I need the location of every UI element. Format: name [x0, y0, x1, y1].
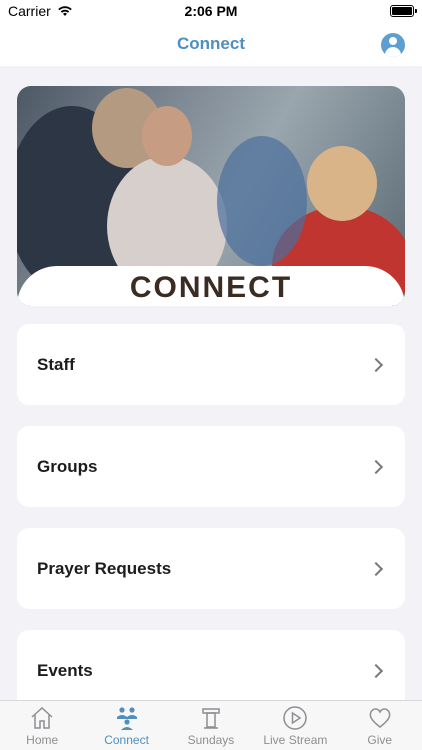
- status-left: Carrier: [8, 3, 73, 19]
- tab-give-label: Give: [367, 732, 393, 747]
- tab-live-stream-label: Live Stream: [263, 732, 328, 747]
- chevron-right-icon: [368, 357, 384, 372]
- tab-home-label: Home: [26, 732, 59, 747]
- groups-label: Groups: [37, 456, 98, 476]
- user-icon-head: [389, 37, 397, 45]
- tab-home[interactable]: Home: [0, 705, 84, 747]
- profile-button[interactable]: [381, 33, 405, 57]
- tab-connect-label: Connect: [104, 732, 149, 747]
- chevron-right-icon: [368, 561, 384, 576]
- prayer-requests-label: Prayer Requests: [37, 558, 172, 578]
- carrier-label: Carrier: [8, 3, 51, 19]
- heart-icon: [369, 707, 391, 728]
- home-icon: [31, 706, 53, 729]
- hero-image: CONNECT: [17, 86, 405, 306]
- photo-figure-head-right: [307, 146, 377, 221]
- tab-live-stream[interactable]: Live Stream: [253, 705, 337, 747]
- play-icon: [283, 705, 308, 730]
- tab-sundays-label: Sundays: [187, 732, 235, 747]
- tab-bar: Home Connect Sundays Live Stream Give: [0, 700, 422, 750]
- battery-icon: [390, 5, 417, 17]
- prayer-requests-card[interactable]: Prayer Requests: [17, 528, 405, 609]
- tab-give[interactable]: Give: [338, 705, 422, 747]
- photo-crowd: [217, 136, 307, 266]
- staff-card[interactable]: Staff: [17, 324, 405, 405]
- events-label: Events: [37, 660, 93, 680]
- status-bar: Carrier 2:06 PM: [0, 0, 422, 22]
- page-title: Connect: [177, 34, 245, 53]
- wifi-icon: [57, 6, 72, 16]
- groups-card[interactable]: Groups: [17, 426, 405, 507]
- events-card[interactable]: Events: [17, 630, 405, 711]
- photo-figure-head-center: [142, 106, 192, 166]
- hero-caption: CONNECT: [129, 271, 293, 304]
- podium-icon: [202, 707, 220, 729]
- tab-connect[interactable]: Connect: [85, 705, 169, 747]
- chevron-right-icon: [368, 663, 384, 678]
- tab-sundays[interactable]: Sundays: [169, 705, 253, 747]
- user-icon-body: [385, 47, 401, 57]
- people-icon: [116, 706, 137, 730]
- nav-bar: Connect: [0, 22, 422, 66]
- staff-label: Staff: [37, 354, 75, 374]
- battery-level: [392, 7, 412, 15]
- chevron-right-icon: [368, 459, 384, 474]
